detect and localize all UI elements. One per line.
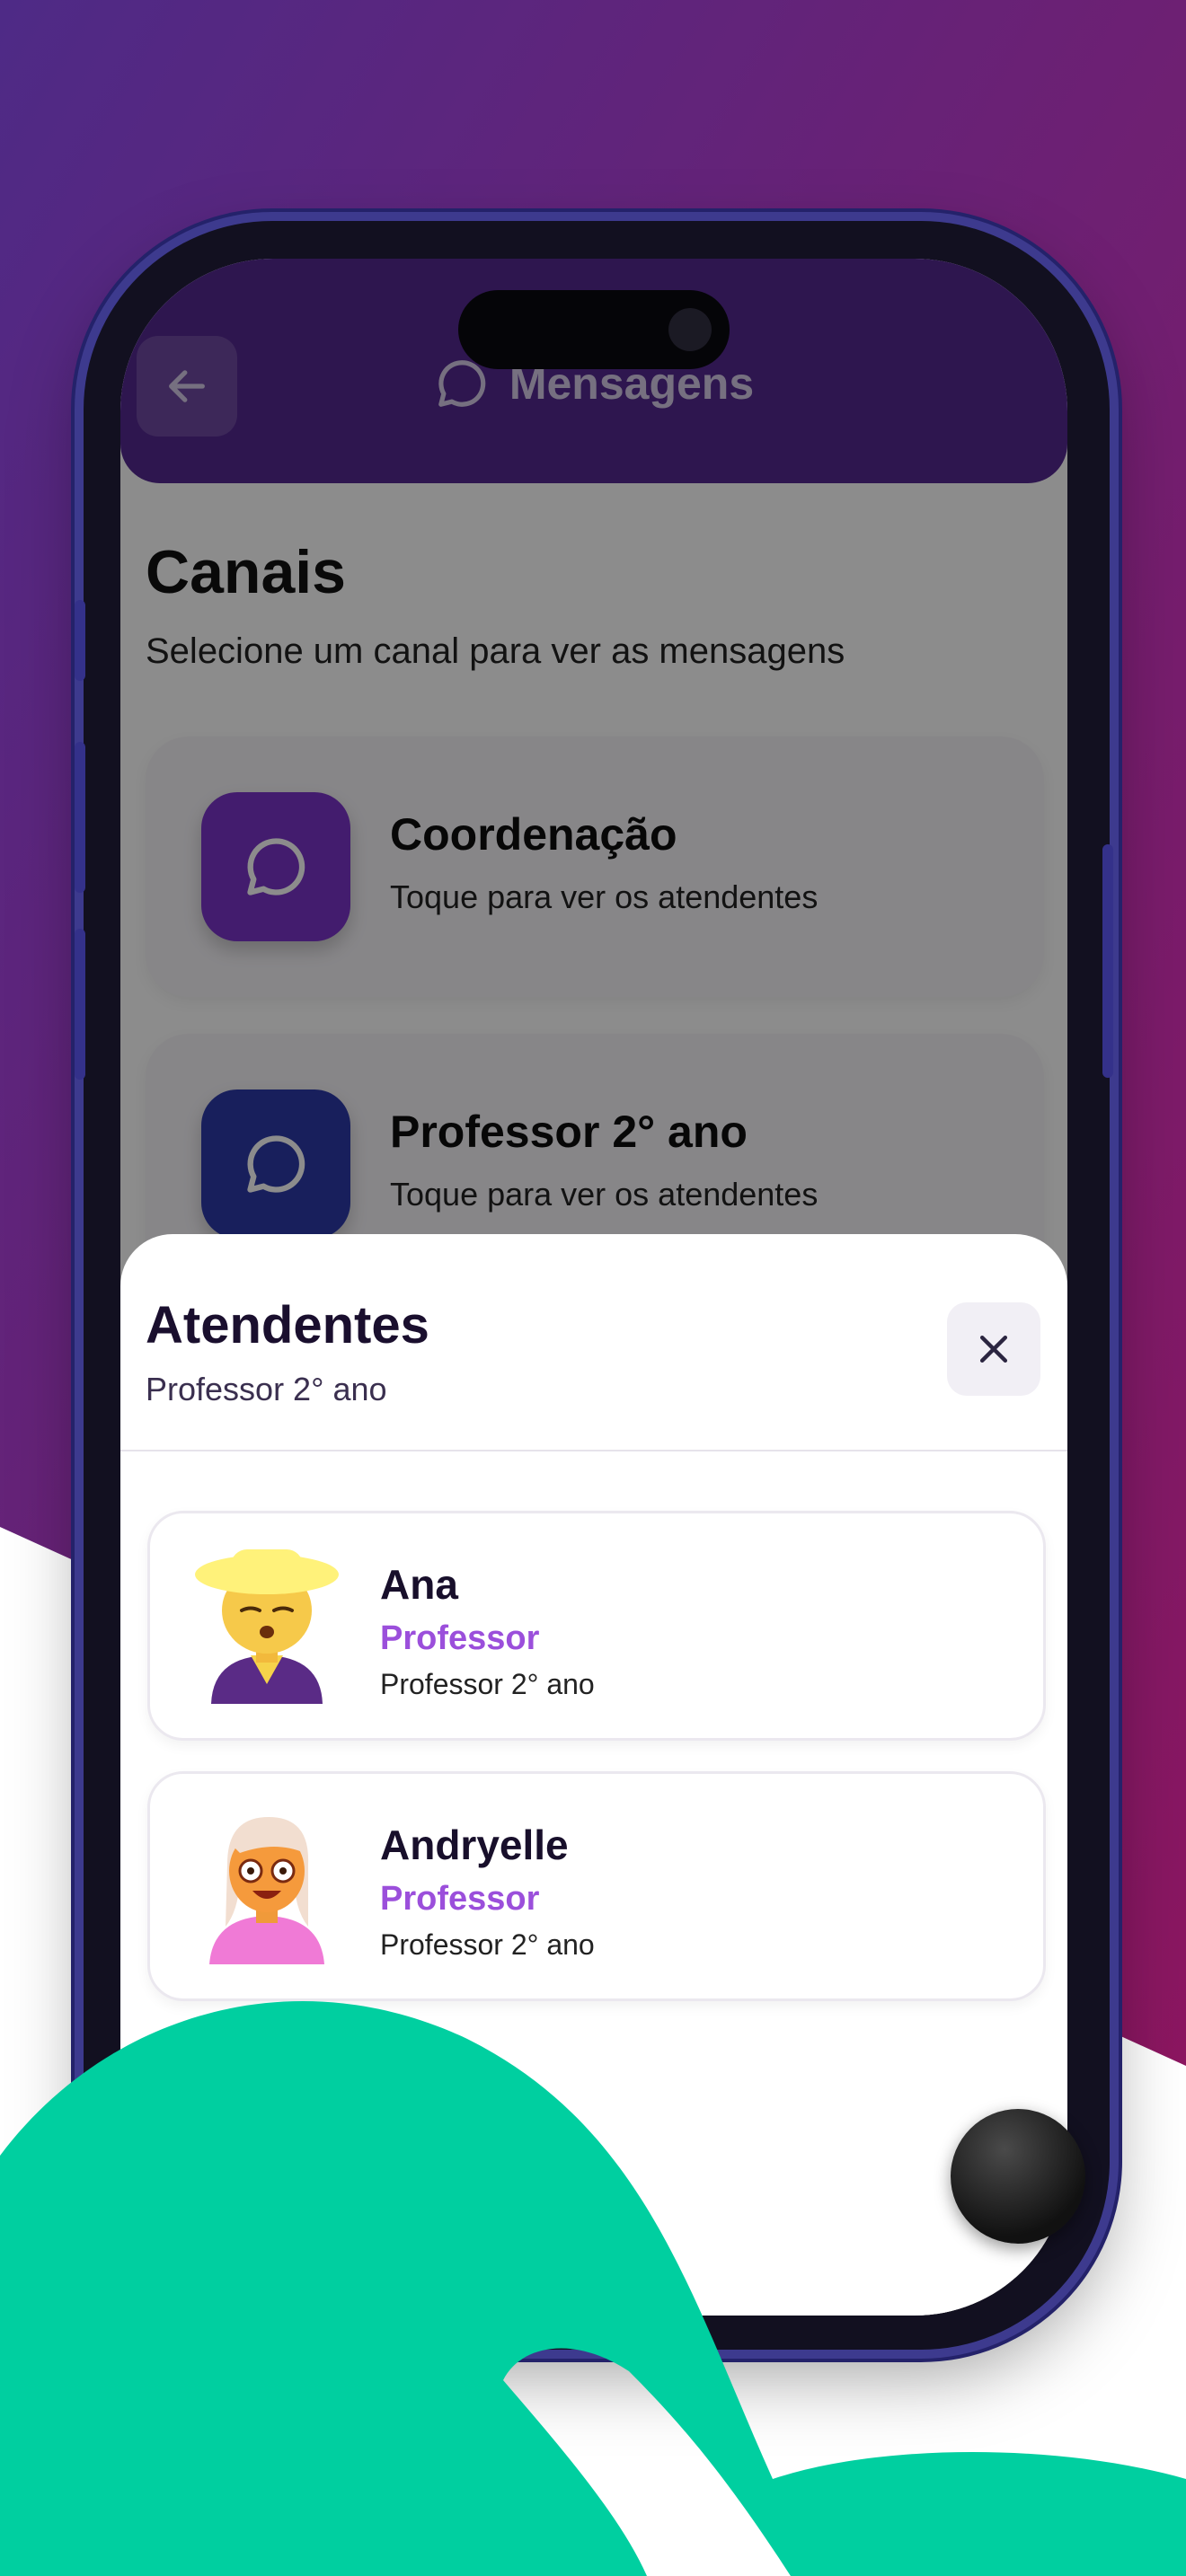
camera [668,308,712,351]
attendant-name: Ana [380,1561,458,1608]
attendant-role: Professor [380,1619,540,1657]
phone-side-button [75,600,85,681]
attendant-card-andryelle[interactable]: Andryelle Professor Professor 2° ano [147,1771,1046,2001]
attendants-sheet: Atendentes Professor 2° ano Ana Professo… [120,1234,1067,2316]
phone-side-button [75,929,85,1080]
close-button[interactable] [947,1302,1040,1396]
divider [120,1450,1067,1451]
attendant-role: Professor [380,1880,540,1918]
avatar-andryelle [209,1817,324,1964]
phone-screen: Mensagens Canais Selecione um canal para… [120,259,1067,2316]
floating-action-button[interactable] [951,2109,1085,2244]
close-icon [979,1335,1008,1363]
attendant-group: Professor 2° ano [380,1928,595,1961]
sheet-subtitle: Professor 2° ano [146,1371,387,1407]
phone-side-button [75,742,85,893]
sheet-title: Atendentes [146,1296,429,1354]
dynamic-island [458,290,730,369]
phone-side-button [1102,844,1113,1078]
attendant-name: Andryelle [380,1822,569,1868]
attendant-group: Professor 2° ano [380,1668,595,1700]
avatar-ana [195,1549,339,1704]
attendant-card-ana[interactable]: Ana Professor Professor 2° ano [147,1511,1046,1741]
